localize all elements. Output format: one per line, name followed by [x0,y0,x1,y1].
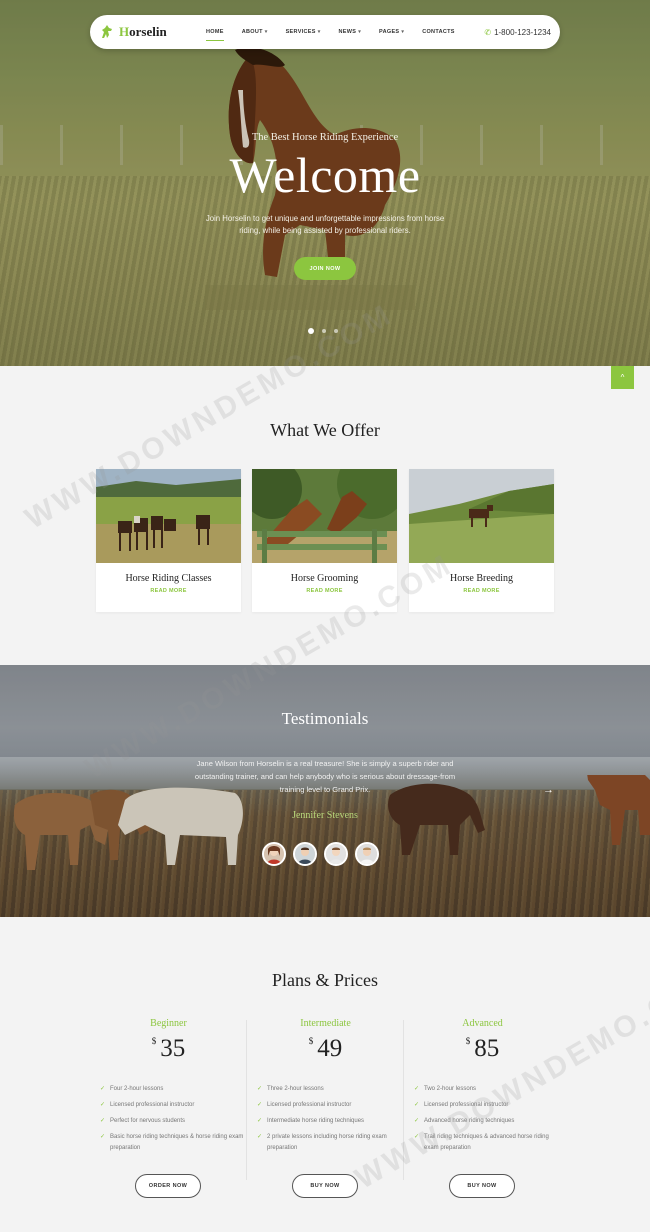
check-icon: ✓ [414,1086,420,1092]
grooming-image [252,469,397,563]
nav-item-pages[interactable]: PAGES ▾ [379,29,404,35]
nav-item-services[interactable]: SERVICES ▾ [286,29,321,35]
offer-section-title: What We Offer [270,420,380,440]
read-more-link[interactable]: READ MORE [96,588,241,594]
testimonials-title: Testimonials [281,709,369,728]
plan-price: $49 [308,1035,343,1062]
horse-logo-icon [102,25,112,38]
check-icon: ✓ [257,1086,263,1092]
nav-item-news[interactable]: NEWS ▾ [339,29,362,35]
pricing-section-title: Plans & Prices [272,970,378,990]
main-nav: HOME ABOUT ▾ SERVICES ▾ NEWS ▾ PAGES ▾ CONTA… [206,29,473,41]
plan-tier: Advanced [462,1018,503,1029]
logo-text: Horselin [119,24,167,39]
avatar[interactable] [355,842,379,866]
hero-description: Join Horselin to get unique and unforget… [205,214,445,235]
check-icon: ✓ [100,1118,106,1124]
testimonial-quote: Jane Wilson from Horselin is a real trea… [194,759,456,794]
site-logo[interactable]: Horselin [99,24,199,40]
testimonial-avatars [262,842,386,866]
scroll-to-top-button[interactable]: ^ [611,366,634,389]
check-icon: ✓ [257,1102,263,1108]
nav-item-contacts[interactable]: CONTACTS [422,29,455,35]
plan-features: ✓ Four 2-hour lessons ✓ Licensed professio… [90,1084,247,1154]
nav-item-about[interactable]: ABOUT ▾ [242,29,268,35]
check-icon: ✓ [100,1134,106,1140]
phone-number: 1-800-123-1234 [494,27,551,37]
breeding-image [409,469,554,563]
check-icon: ✓ [414,1102,420,1108]
chevron-down-icon: ▾ [317,29,321,35]
chevron-up-icon: ^ [620,373,625,382]
list-item: ✓ Intermediate horse riding techniques [257,1116,404,1127]
card-title: Horse Grooming [290,573,359,584]
list-item: ✓ Three 2-hour lessons [257,1084,404,1095]
chevron-down-icon: ▾ [401,29,405,35]
join-now-button[interactable]: JOIN NOW [294,257,356,280]
list-item: ✓ Licensed professional instructor [257,1100,404,1111]
buy-now-button[interactable]: BUY NOW [449,1174,515,1198]
testimonial-author: Jennifer Stevens [292,810,358,821]
check-icon: ✓ [414,1118,420,1124]
avatar[interactable] [262,842,286,866]
check-icon: ✓ [257,1134,263,1140]
header-phone[interactable]: ✆ 1-800-123-1234 [484,28,551,37]
chevron-down-icon: ▾ [358,29,362,35]
list-item: ✓ Perfect for nervous students [100,1116,247,1127]
arrow-right-icon[interactable]: → [543,784,554,796]
phone-icon: ✆ [484,27,492,37]
plan-features: ✓ Three 2-hour lessons ✓ Licensed professi… [247,1084,404,1154]
list-item: ✓ Four 2-hour lessons [100,1084,247,1095]
avatar[interactable] [293,842,317,866]
check-icon: ✓ [100,1102,106,1108]
top-navbar: Horselin HOME ABOUT ▾ SERVICES ▾ NEWS ▾ PAG… [90,15,560,49]
order-now-button[interactable]: ORDER NOW [135,1174,201,1198]
chevron-down-icon: ▾ [264,29,268,35]
offer-card-riding-classes[interactable]: Horse Riding Classes READ MORE [96,469,241,612]
avatar[interactable] [324,842,348,866]
hero-tagline: The Best Horse Riding Experience [251,132,399,143]
nav-item-home[interactable]: HOME [206,29,224,41]
buy-now-button[interactable]: BUY NOW [292,1174,358,1198]
check-icon: ✓ [257,1118,263,1124]
plan-tier: Beginner [150,1018,187,1029]
plan-price: $35 [151,1035,186,1062]
list-item: ✓ Basic horse riding techniques & horse r… [100,1134,244,1151]
hero-title: Welcome [229,147,421,203]
list-item: ✓ Licensed professional instructor [100,1100,247,1111]
slider-dot-1[interactable] [308,328,314,334]
plan-tier: Intermediate [300,1018,351,1029]
card-title: Horse Riding Classes [125,573,212,584]
check-icon: ✓ [100,1086,106,1092]
